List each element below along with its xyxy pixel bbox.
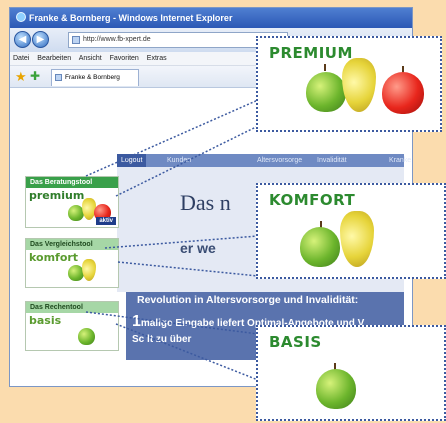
green-apple-icon [316, 369, 356, 409]
menu-ansicht[interactable]: Ansicht [79, 55, 102, 62]
callout-komfort: KOMFORT [256, 183, 446, 279]
nav-kranke[interactable]: Kranke [389, 154, 411, 167]
tile-komfort[interactable]: Das Vergleichstool komfort [25, 238, 119, 288]
revolution-big-number: 1 [132, 313, 141, 330]
tile-caption: Das Vergleichstool [26, 239, 118, 250]
red-apple-icon [382, 72, 424, 114]
nav-kunden[interactable]: Kunden [167, 154, 191, 167]
site-nav-bar: Logout Kunden Altersvorsorge Invalidität… [117, 154, 411, 167]
tile-caption: Das Beratungstool [26, 177, 118, 188]
page-subtitle: er we [180, 240, 216, 256]
browser-title-bar: Franke & Bornberg - Windows Internet Exp… [10, 8, 412, 28]
apple-stem [324, 64, 326, 71]
pear-icon [82, 259, 96, 281]
address-bar[interactable]: http://www.fb-xpert.de [68, 32, 288, 48]
menu-extras[interactable]: Extras [147, 55, 167, 62]
callout-title: PREMIUM [269, 44, 353, 62]
aktiv-badge: aktiv [96, 217, 116, 225]
tile-name: basis [29, 314, 62, 327]
tile-caption: Das Rechentool [26, 302, 118, 313]
nav-invaliditaet[interactable]: Invalidität [317, 154, 347, 167]
menu-bearbeiten[interactable]: Bearbeiten [37, 55, 71, 62]
green-apple-icon [306, 72, 346, 112]
callout-title: KOMFORT [269, 191, 356, 209]
revolution-text-2: Sc lt zu über [132, 334, 192, 345]
pear-icon [340, 211, 374, 267]
menu-favoriten[interactable]: Favoriten [110, 55, 139, 62]
page-title: Das n [180, 190, 231, 215]
forward-button[interactable]: ▶ [32, 31, 49, 48]
nav-altersvorsorge[interactable]: Altersvorsorge [257, 154, 302, 167]
tile-basis[interactable]: Das Rechentool basis [25, 301, 119, 351]
revolution-headline: Revolution in Altersvorsorge und Invalid… [137, 294, 359, 306]
add-favorite-icon[interactable]: ✚ [30, 69, 40, 83]
nav-logout[interactable]: Logout [117, 154, 147, 167]
tab-page-icon [55, 74, 62, 81]
pear-icon [342, 58, 376, 112]
callout-premium: PREMIUM [256, 36, 442, 132]
tile-name: komfort [29, 251, 79, 264]
back-button[interactable]: ◀ [14, 31, 31, 48]
page-icon [72, 36, 80, 44]
favorites-star-icon[interactable]: ★ [15, 69, 27, 85]
window-title: Franke & Bornberg - Windows Internet Exp… [29, 13, 233, 23]
menu-datei[interactable]: Datei [13, 55, 29, 62]
browser-tab[interactable]: Franke & Bornberg [51, 69, 139, 86]
green-apple-icon [300, 227, 340, 267]
callout-basis: BASIS [256, 325, 446, 421]
tile-premium[interactable]: Das Beratungstool premium aktiv [25, 176, 119, 228]
address-url: http://www.fb-xpert.de [83, 36, 151, 43]
tab-title: Franke & Bornberg [65, 74, 120, 81]
tile-name: premium [29, 189, 85, 202]
internet-explorer-icon [16, 12, 26, 22]
green-apple-icon [78, 328, 95, 345]
callout-title: BASIS [269, 333, 322, 351]
